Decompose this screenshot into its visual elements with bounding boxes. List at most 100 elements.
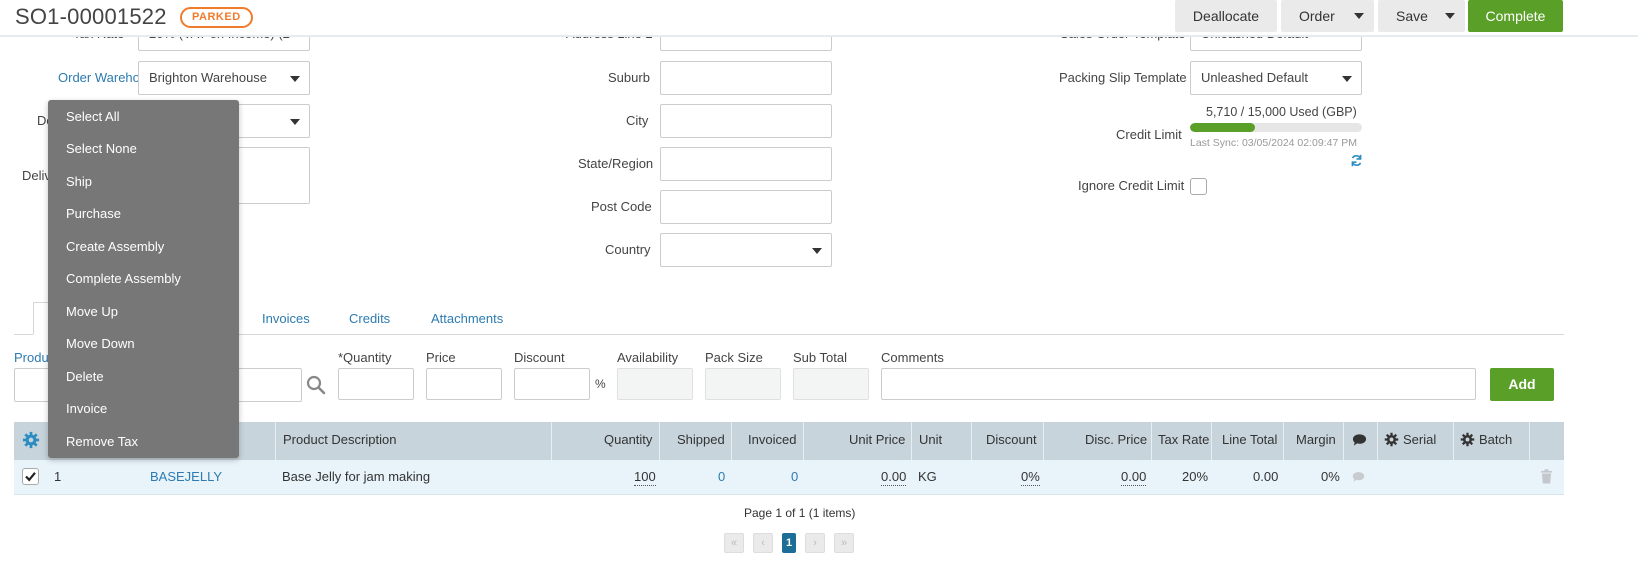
chevron-down-icon xyxy=(1342,76,1352,82)
col-header-serial[interactable]: Serial xyxy=(1403,432,1436,447)
deallocate-button[interactable]: Deallocate xyxy=(1175,0,1277,32)
credit-last-sync: Last Sync: 03/05/2024 02:09:47 PM xyxy=(1190,137,1357,149)
country-select[interactable] xyxy=(660,233,832,267)
discount-label: Discount xyxy=(514,350,565,365)
row-unit-price[interactable]: 0.00 xyxy=(881,469,907,486)
row-line-number: 1 xyxy=(54,469,62,484)
pager-summary: Page 1 of 1 (1 items) xyxy=(744,506,856,520)
menu-item-purchase[interactable]: Purchase xyxy=(66,206,121,221)
menu-item-delete[interactable]: Delete xyxy=(66,369,104,384)
grid-options-menu: Select All Select None Ship Purchase Cre… xyxy=(48,100,239,458)
packing-slip-template-value: Unleashed Default xyxy=(1201,70,1308,85)
order-warehouse-value: Brighton Warehouse xyxy=(149,70,268,85)
col-header-batch[interactable]: Batch xyxy=(1479,432,1512,447)
search-icon[interactable] xyxy=(306,375,326,395)
gear-icon xyxy=(1460,432,1475,447)
pager-last-button[interactable]: » xyxy=(834,533,854,553)
trash-icon[interactable] xyxy=(1540,469,1553,484)
pack-size-field xyxy=(705,368,781,400)
packing-slip-template-select[interactable]: Unleashed Default xyxy=(1190,61,1362,95)
col-header-invoiced[interactable]: Invoiced xyxy=(748,432,796,447)
col-header-unit-price[interactable]: Unit Price xyxy=(849,432,905,447)
grid-separator xyxy=(911,422,912,460)
row-unit: KG xyxy=(918,469,937,484)
quantity-input[interactable] xyxy=(338,368,414,400)
quantity-label: *Quantity xyxy=(338,350,392,365)
col-header-quantity[interactable]: Quantity xyxy=(604,432,652,447)
credit-usage-text: 5,710 / 15,000 Used (GBP) xyxy=(1206,105,1357,119)
post-code-input[interactable] xyxy=(660,190,832,224)
col-header-discount[interactable]: Discount xyxy=(986,432,1037,447)
menu-item-select-all[interactable]: Select All xyxy=(66,109,119,124)
grid-separator xyxy=(731,422,732,460)
pager-first-button[interactable]: « xyxy=(724,533,744,553)
row-invoiced[interactable]: 0 xyxy=(791,469,798,484)
post-code-label: Post Code xyxy=(591,199,652,214)
pager-next-button[interactable]: › xyxy=(805,533,825,553)
pager-prev-button[interactable]: ‹ xyxy=(753,533,773,553)
grid-separator xyxy=(1043,422,1044,460)
product-label: Produ xyxy=(14,350,49,365)
city-input[interactable] xyxy=(660,104,832,138)
row-shipped[interactable]: 0 xyxy=(718,469,725,484)
comment-icon[interactable] xyxy=(1352,471,1365,483)
tab-invoices[interactable]: Invoices xyxy=(262,311,310,326)
menu-item-create-assembly[interactable]: Create Assembly xyxy=(66,239,164,254)
ignore-credit-limit-checkbox[interactable] xyxy=(1190,178,1207,195)
grid-separator xyxy=(659,422,660,460)
status-badge: PARKED xyxy=(180,7,253,28)
menu-item-move-up[interactable]: Move Up xyxy=(66,304,118,319)
grid-separator xyxy=(1377,422,1378,460)
menu-item-invoice[interactable]: Invoice xyxy=(66,401,107,416)
menu-item-ship[interactable]: Ship xyxy=(66,174,92,189)
refresh-icon[interactable] xyxy=(1350,154,1363,167)
complete-button[interactable]: Complete xyxy=(1468,0,1563,32)
col-header-margin[interactable]: Margin xyxy=(1296,432,1336,447)
row-product-code-link[interactable]: BASEJELLY xyxy=(150,469,222,484)
packing-slip-template-label: Packing Slip Template xyxy=(1059,70,1187,85)
menu-item-complete-assembly[interactable]: Complete Assembly xyxy=(66,271,181,286)
availability-field xyxy=(617,368,693,400)
comments-label: Comments xyxy=(881,350,944,365)
col-header-tax-rate[interactable]: Tax Rate xyxy=(1158,432,1209,447)
save-dropdown-button[interactable]: Save xyxy=(1378,0,1465,32)
city-label: City xyxy=(626,113,649,128)
grid-separator xyxy=(1529,422,1530,460)
delivery-instruction-label: Deliv xyxy=(22,168,51,183)
order-button-label: Order xyxy=(1299,8,1335,24)
gear-icon[interactable] xyxy=(22,431,40,449)
row-disc-price[interactable]: 0.00 xyxy=(1121,469,1147,486)
row-tax-rate: 20% xyxy=(1182,469,1209,484)
comments-input[interactable] xyxy=(881,368,1476,400)
availability-label: Availability xyxy=(617,350,679,365)
grid-separator xyxy=(1343,422,1344,460)
col-header-product-description[interactable]: Product Description xyxy=(283,432,396,447)
row-select-checkbox[interactable] xyxy=(22,468,39,485)
row-margin: 0% xyxy=(1321,469,1340,484)
order-dropdown-button[interactable]: Order xyxy=(1281,0,1374,32)
discount-input[interactable] xyxy=(514,368,590,400)
row-quantity[interactable]: 100 xyxy=(634,469,656,486)
suburb-input[interactable] xyxy=(660,61,832,95)
sub-total-label: Sub Total xyxy=(793,350,847,365)
check-icon xyxy=(25,472,36,482)
menu-item-move-down[interactable]: Move Down xyxy=(66,336,135,351)
comment-icon xyxy=(1352,434,1367,446)
col-header-line-total[interactable]: Line Total xyxy=(1222,432,1277,447)
order-warehouse-select[interactable]: Brighton Warehouse xyxy=(138,61,310,95)
gear-icon xyxy=(1384,432,1399,447)
col-header-shipped[interactable]: Shipped xyxy=(677,432,725,447)
menu-item-remove-tax[interactable]: Remove Tax xyxy=(66,434,138,449)
state-region-input[interactable] xyxy=(660,147,832,181)
row-discount[interactable]: 0% xyxy=(1021,469,1040,486)
price-input[interactable] xyxy=(426,368,502,400)
pager-current-page[interactable]: 1 xyxy=(782,533,796,553)
col-header-disc-price[interactable]: Disc. Price xyxy=(1085,432,1147,447)
tab-attachments[interactable]: Attachments xyxy=(431,311,503,326)
add-line-button[interactable]: Add xyxy=(1490,368,1554,401)
tab-divider xyxy=(14,334,1564,335)
col-header-unit[interactable]: Unit xyxy=(919,432,942,447)
menu-item-select-none[interactable]: Select None xyxy=(66,141,137,156)
grid-separator xyxy=(275,422,276,460)
tab-credits[interactable]: Credits xyxy=(349,311,390,326)
